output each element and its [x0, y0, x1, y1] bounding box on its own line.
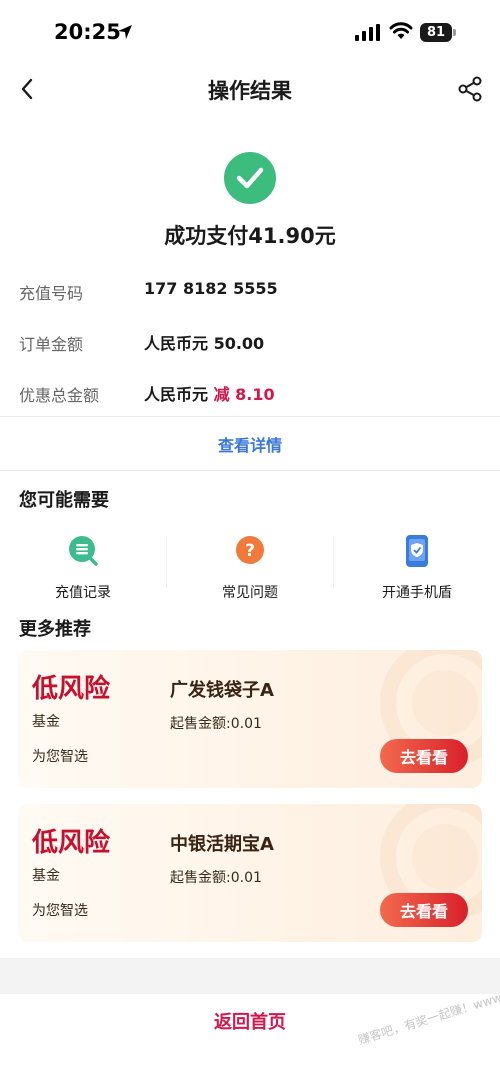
payment-success-message: 成功支付41.90元	[164, 224, 336, 248]
share-button[interactable]	[454, 73, 486, 105]
min-purchase-amount: 起售金额:0.01	[170, 716, 262, 732]
cellular-signal-icon	[355, 24, 380, 41]
info-value: 人民币元 减 8.10	[144, 381, 275, 405]
quick-action-faq[interactable]: ? 常见问题	[167, 532, 333, 604]
quick-action-recharge-record[interactable]: 充值记录	[0, 532, 166, 604]
info-label: 优惠总金额	[19, 386, 100, 405]
info-label: 充值号码	[19, 284, 84, 303]
quick-action-label: 充值记录	[55, 585, 111, 601]
fund-type: 基金	[32, 868, 60, 884]
bottom-bar: 返回首页	[0, 994, 500, 1084]
section-title-more-recommendations: 更多推荐	[19, 619, 91, 640]
divider	[0, 416, 500, 417]
info-label: 订单金额	[19, 335, 84, 354]
view-details-link[interactable]: 查看详情	[0, 432, 500, 456]
info-value: 177 8182 5555	[144, 279, 278, 298]
recommendation-card[interactable]: 低风险 基金 为您智选 广发钱袋子A 起售金额:0.01 去看看	[18, 650, 482, 788]
risk-level: 低风险	[32, 674, 111, 704]
product-name: 中银活期宝A	[170, 834, 274, 855]
question-icon: ?	[234, 534, 266, 568]
discount-amount: 减 8.10	[213, 385, 275, 404]
info-value: 人民币元 50.00	[144, 334, 265, 353]
info-row-discount: 优惠总金额 人民币元 减 8.10	[19, 378, 479, 408]
section-title-maybe-need: 您可能需要	[19, 490, 109, 511]
fund-type: 基金	[32, 714, 60, 730]
phone-shield-icon	[401, 534, 433, 568]
min-purchase-amount: 起售金额:0.01	[170, 870, 262, 886]
divider	[0, 470, 500, 471]
recommendation-card[interactable]: 低风险 基金 为您智选 中银活期宝A 起售金额:0.01 去看看	[18, 804, 482, 942]
risk-level: 低风险	[32, 828, 111, 858]
success-check-icon	[224, 152, 276, 204]
share-icon	[458, 76, 482, 102]
wifi-icon	[389, 22, 413, 39]
page-title: 操作结果	[208, 79, 292, 103]
product-name: 广发钱袋子A	[170, 680, 274, 701]
quick-action-label: 常见问题	[222, 585, 278, 601]
card-decoration	[412, 824, 478, 890]
info-row-phone: 充值号码 177 8182 5555	[19, 276, 479, 306]
battery-indicator: 81	[420, 23, 452, 42]
card-decoration	[412, 670, 478, 736]
status-bar: 20:25 81	[0, 0, 500, 66]
svg-text:?: ?	[245, 541, 255, 561]
info-row-order-amount: 订单金额 人民币元 50.00	[19, 327, 479, 357]
recommend-note: 为您智选	[32, 749, 88, 765]
go-see-button[interactable]: 去看看	[380, 893, 468, 927]
location-arrow-icon	[118, 25, 132, 39]
recharge-record-icon	[67, 534, 99, 568]
quick-action-phone-shield[interactable]: 开通手机盾	[334, 532, 500, 604]
recommend-note: 为您智选	[32, 903, 88, 919]
go-see-button[interactable]: 去看看	[380, 739, 468, 773]
bottom-spacer	[0, 958, 500, 994]
battery-tip	[453, 29, 456, 36]
info-value-prefix: 人民币元	[144, 385, 209, 404]
quick-action-label: 开通手机盾	[382, 585, 452, 601]
nav-bar: 操作结果	[0, 66, 500, 112]
status-time: 20:25	[54, 20, 121, 44]
